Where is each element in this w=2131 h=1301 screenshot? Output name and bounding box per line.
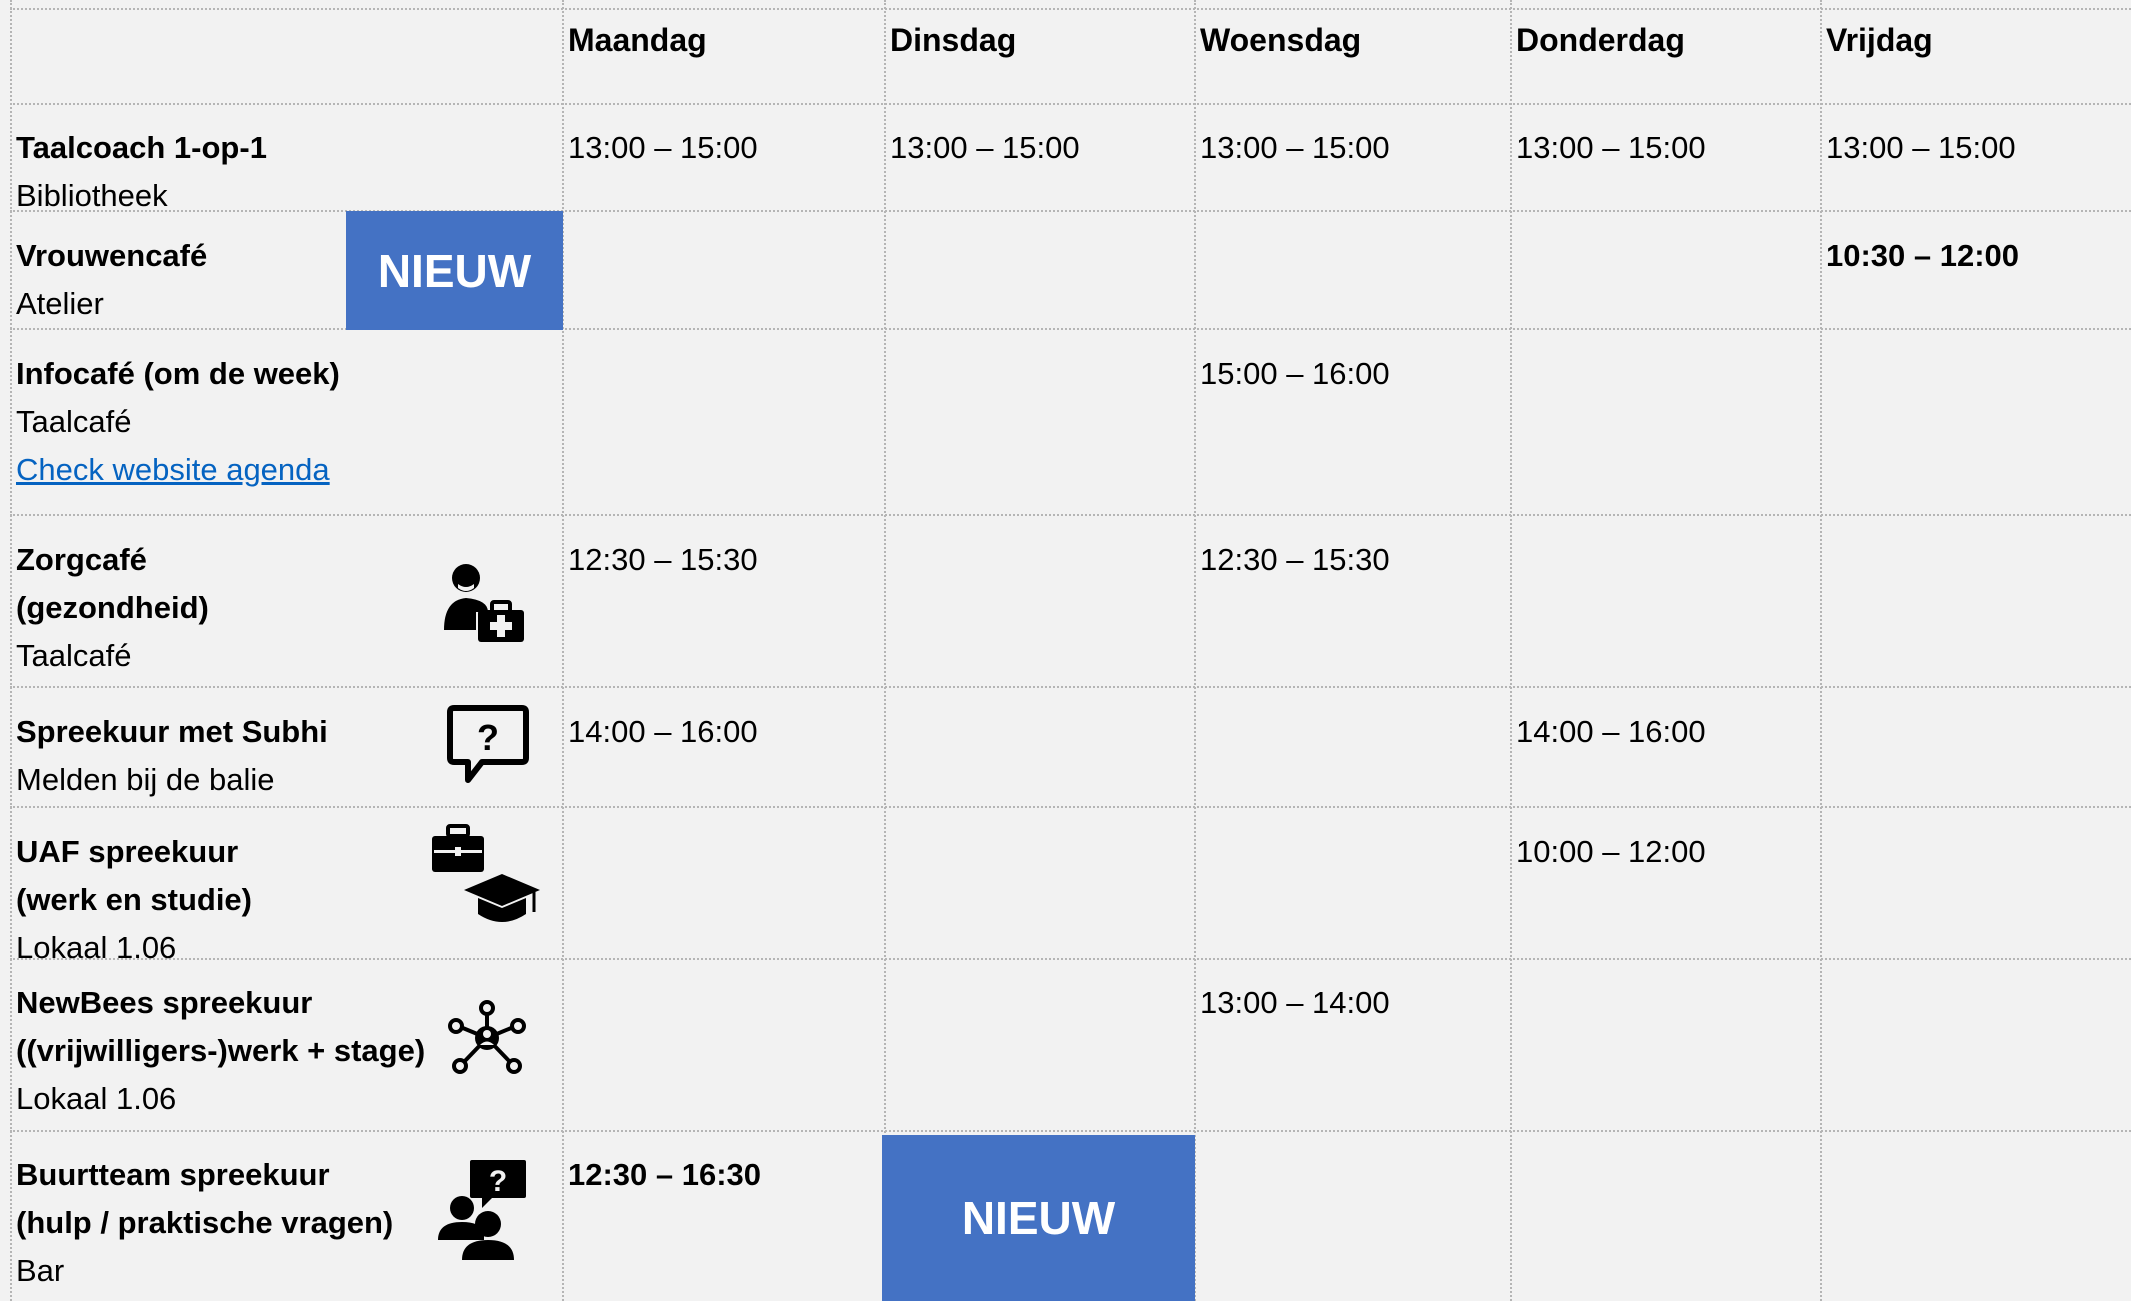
row-label-uaf-spreekuur: UAF spreekuur (werk en studie) Lokaal 1.… [10,814,252,972]
activity-location: Bar [16,1253,65,1288]
time-slot: 13:00 – 15:00 [1516,130,1706,165]
activity-title: UAF spreekuur [16,834,239,869]
row-label-zorgcafe: Zorgcafé (gezondheid) Taalcafé [10,522,209,680]
activity-title: Zorgcafé [16,542,147,577]
time-slot: 14:00 – 16:00 [568,714,758,749]
svg-text:?: ? [477,717,499,758]
briefcase-icon [430,824,486,874]
question-speech-bubble-icon: ? [446,704,530,786]
grid-line [10,8,2131,10]
activity-location: Lokaal 1.06 [16,1081,177,1116]
time-slot: 12:30 – 15:30 [1200,542,1390,577]
grid-line [10,103,2131,105]
activity-location: Taalcafé [16,404,132,439]
activity-title: NewBees spreekuur [16,985,313,1020]
activity-location: Atelier [16,286,104,321]
time-slot: 10:30 – 12:00 [1826,238,2020,273]
grid-line [1820,0,1822,1301]
doctor-medical-bag-icon [442,560,526,644]
time-slot: 13:00 – 15:00 [568,130,758,165]
activity-title: Taalcoach 1-op-1 [16,130,267,165]
activity-title: Infocafé (om de week) [16,356,340,391]
grid-line [10,328,2131,330]
people-question-icon: ? [436,1158,528,1260]
activity-subtitle: (gezondheid) [16,590,209,625]
time-slot: 12:30 – 15:30 [568,542,758,577]
day-header-maandag: Maandag [568,22,707,58]
time-slot: 13:00 – 15:00 [1826,130,2016,165]
activity-location: Bibliotheek [16,178,168,213]
graduation-cap-icon [462,872,542,926]
activity-subtitle: ((vrijwilligers-)werk + stage) [16,1033,426,1068]
day-header-dinsdag: Dinsdag [890,22,1017,58]
grid-line [10,958,2131,960]
day-header-woensdag: Woensdag [1200,22,1362,58]
svg-text:?: ? [489,1165,507,1198]
grid-line [10,806,2131,808]
grid-line [562,0,564,1301]
time-slot: 10:00 – 12:00 [1516,834,1706,869]
row-label-newbees-spreekuur: NewBees spreekuur ((vrijwilligers-)werk … [10,965,425,1123]
new-badge: NIEUW [882,1135,1195,1301]
new-badge: NIEUW [346,211,563,330]
row-label-vrouwencafe: Vrouwencafé Atelier [10,218,207,328]
activity-location: Taalcafé [16,638,132,673]
activity-location: Melden bij de balie [16,762,275,797]
grid-line [1194,0,1196,1301]
row-label-buurtteam-spreekuur: Buurtteam spreekuur (hulp / praktische v… [10,1137,393,1295]
activity-title: Vrouwencafé [16,238,208,273]
network-people-icon [448,1000,526,1076]
time-slot: 12:30 – 16:30 [568,1157,762,1192]
grid-line [10,1130,2131,1132]
row-label-spreekuur-subhi: Spreekuur met Subhi Melden bij de balie [10,694,328,804]
activity-subtitle: (hulp / praktische vragen) [16,1205,394,1240]
time-slot: 13:00 – 15:00 [1200,130,1390,165]
grid-line [10,686,2131,688]
grid-line [1510,0,1512,1301]
day-header-donderdag: Donderdag [1516,22,1685,58]
time-slot: 13:00 – 15:00 [890,130,1080,165]
time-slot: 15:00 – 16:00 [1200,356,1390,391]
activity-title: Buurtteam spreekuur [16,1157,330,1192]
grid-line [884,0,886,1301]
website-agenda-link[interactable]: Check website agenda [16,446,340,494]
day-header-vrijdag: Vrijdag [1826,22,1933,58]
activity-subtitle: (werk en studie) [16,882,252,917]
row-label-infocafe: Infocafé (om de week) Taalcafé Check web… [10,336,340,494]
activity-title: Spreekuur met Subhi [16,714,328,749]
time-slot: 14:00 – 16:00 [1516,714,1706,749]
grid-line [10,514,2131,516]
grid-line [10,210,2131,212]
row-label-taalcoach: Taalcoach 1-op-1 Bibliotheek [10,110,267,220]
time-slot: 13:00 – 14:00 [1200,985,1390,1020]
